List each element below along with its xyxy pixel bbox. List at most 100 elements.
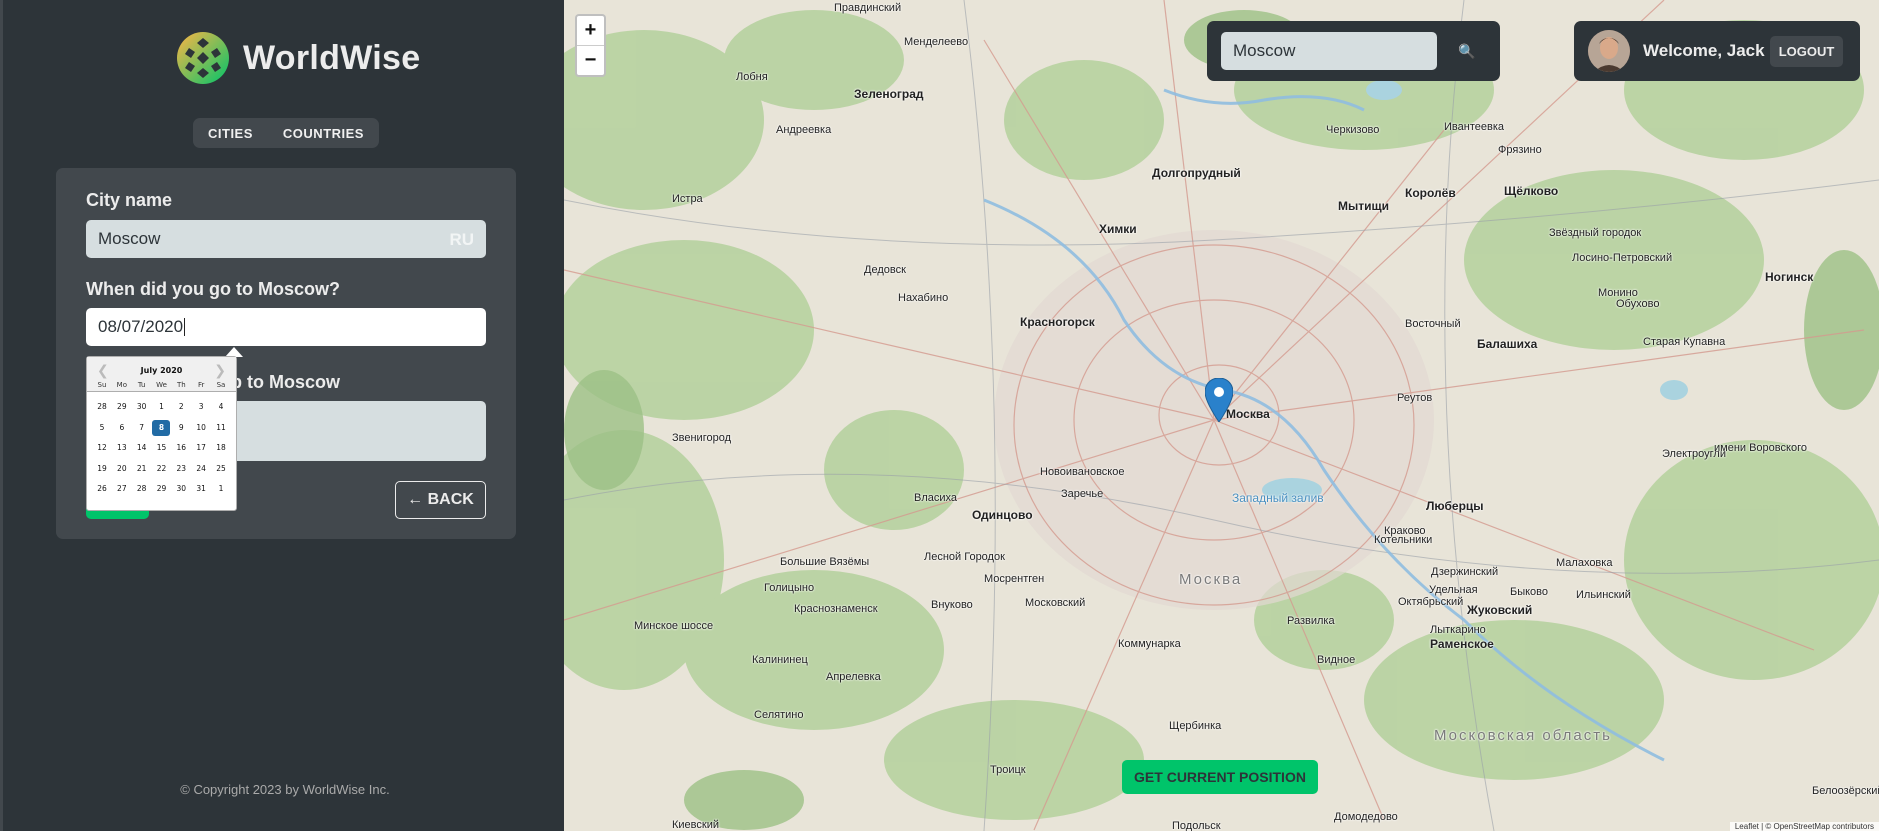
datepicker-day[interactable]: 30 <box>172 481 190 497</box>
city-name-value: Moscow <box>98 229 161 248</box>
datepicker-day[interactable]: 12 <box>93 440 111 456</box>
map-label: Звёздный городок <box>1549 227 1642 239</box>
country-flag: RU <box>449 230 474 249</box>
map-label: Истра <box>672 193 703 205</box>
datepicker-day[interactable]: 30 <box>133 399 151 415</box>
map-label: Развилка <box>1287 615 1335 627</box>
map-label: Зеленоград <box>854 87 924 101</box>
map-label: Краснознаменск <box>794 603 878 615</box>
datepicker-day[interactable]: 20 <box>113 461 131 477</box>
datepicker-day[interactable]: 4 <box>212 399 230 415</box>
date-input[interactable]: 08/07/2020 <box>86 308 486 346</box>
zoom-in-button[interactable]: + <box>577 16 604 46</box>
sidebar: WorldWise CITIES COUNTRIES City name Mos… <box>0 0 564 831</box>
map-label: Королёв <box>1405 186 1456 200</box>
tab-cities[interactable]: CITIES <box>208 126 253 141</box>
datepicker-day[interactable]: 2 <box>172 399 190 415</box>
day-name: Fr <box>197 381 205 389</box>
datepicker-day[interactable]: 29 <box>152 481 170 497</box>
map-label: Ивантеевка <box>1444 121 1504 133</box>
map-label: Менделеево <box>904 36 969 48</box>
datepicker-day[interactable]: 31 <box>192 481 210 497</box>
map-label: Удельная <box>1429 584 1478 596</box>
map-label: Киевский <box>672 819 719 831</box>
datepicker-day[interactable]: 26 <box>93 481 111 497</box>
datepicker-grid: 28 29 30 1 2 3 4 5 6 7 8 9 10 11 12 13 14 15 16 17 18 19 20 21 2… <box>93 397 230 500</box>
day-name: Mo <box>116 381 127 389</box>
zoom-control: + − <box>575 14 606 77</box>
day-name: Su <box>97 381 107 389</box>
search-icon[interactable]: 🔍 <box>1458 43 1475 60</box>
map-label: имени Воровского <box>1714 442 1807 454</box>
map-label: Московская область <box>1434 727 1612 744</box>
map-label: Троицк <box>990 764 1026 776</box>
map-label: Лесной Городок <box>924 551 1005 563</box>
day-name: We <box>156 381 167 389</box>
globe-logo-icon <box>177 32 229 84</box>
datepicker-day[interactable]: 6 <box>113 420 131 436</box>
datepicker-day[interactable]: 1 <box>212 481 230 497</box>
datepicker-day[interactable]: 15 <box>152 440 170 456</box>
map-label: Восточный <box>1405 318 1461 330</box>
map-label: Балашиха <box>1477 337 1538 351</box>
datepicker-day[interactable]: 28 <box>133 481 151 497</box>
datepicker-day[interactable]: 17 <box>192 440 210 456</box>
datepicker-day[interactable]: 14 <box>133 440 151 456</box>
datepicker-day[interactable]: 10 <box>192 420 210 436</box>
map-label: Черкизово <box>1326 124 1380 136</box>
day-name: Th <box>176 381 186 389</box>
datepicker-day[interactable]: 3 <box>192 399 210 415</box>
datepicker-day[interactable]: 8 <box>152 419 171 436</box>
map-label: Внуково <box>931 599 973 611</box>
zoom-out-button[interactable]: − <box>577 46 604 75</box>
map-label: Щербинка <box>1169 720 1222 732</box>
datepicker-day[interactable]: 9 <box>172 420 190 436</box>
datepicker-day[interactable]: 22 <box>152 461 170 477</box>
app-nav: CITIES COUNTRIES <box>193 118 379 148</box>
map-attribution[interactable]: Leaflet | © OpenStreetMap contributors <box>1729 822 1879 831</box>
datepicker-day[interactable]: 28 <box>93 399 111 415</box>
datepicker-week: 5 6 7 8 9 10 11 <box>93 418 230 439</box>
logout-button[interactable]: LOGOUT <box>1770 36 1843 67</box>
search-panel: Moscow 🔍 <box>1207 21 1500 81</box>
map-label: Дзержинский <box>1431 566 1499 578</box>
datepicker: ❮ ❯ July 2020 Su Mo Tu We Th Fr Sa 28 29 30 1 2 3 4 5… <box>86 356 237 511</box>
map-label: Химки <box>1099 222 1137 236</box>
map-label: Селятино <box>754 709 804 721</box>
copyright: © Copyright 2023 by WorldWise Inc. <box>180 782 390 797</box>
day-name: Tu <box>137 381 146 389</box>
datepicker-day[interactable]: 13 <box>113 440 131 456</box>
map-label: Власиха <box>914 492 958 504</box>
datepicker-week: 26 27 28 29 30 31 1 <box>93 479 230 500</box>
map-label: Краково <box>1384 525 1426 537</box>
datepicker-day[interactable]: 23 <box>172 461 190 477</box>
datepicker-day[interactable]: 19 <box>93 461 111 477</box>
datepicker-day[interactable]: 18 <box>212 440 230 456</box>
get-current-position-button[interactable]: GET CURRENT POSITION <box>1122 760 1318 794</box>
datepicker-day[interactable]: 7 <box>133 420 151 436</box>
map-label: Большие Вязёмы <box>780 556 870 568</box>
user-avatar-icon <box>1588 30 1630 72</box>
app-logo[interactable]: WorldWise <box>175 30 420 86</box>
location-marker-icon[interactable] <box>1205 378 1233 422</box>
tab-countries[interactable]: COUNTRIES <box>283 126 364 141</box>
datepicker-day[interactable]: 1 <box>152 399 170 415</box>
datepicker-day[interactable]: 11 <box>212 420 230 436</box>
datepicker-day[interactable]: 24 <box>192 461 210 477</box>
back-button[interactable]: ← BACK <box>395 481 486 519</box>
map[interactable]: Зеленоград Андреевка Истра Химки Долгопрудны… <box>564 0 1879 831</box>
datepicker-day[interactable]: 16 <box>172 440 190 456</box>
datepicker-day[interactable]: 27 <box>113 481 131 497</box>
search-input[interactable]: Moscow <box>1221 32 1437 70</box>
map-label: Старая Купавна <box>1643 336 1726 348</box>
datepicker-day[interactable]: 25 <box>212 461 230 477</box>
datepicker-day[interactable]: 29 <box>113 399 131 415</box>
avatar <box>1588 30 1630 72</box>
city-name-input[interactable]: Moscow RU <box>86 220 486 258</box>
datepicker-day[interactable]: 21 <box>133 461 151 477</box>
map-label: Раменское <box>1430 637 1494 651</box>
map-label: Московский <box>1025 597 1086 609</box>
map-label: Новоивановское <box>1040 466 1125 478</box>
datepicker-day[interactable]: 5 <box>93 420 111 436</box>
map-label: Москва <box>1179 571 1243 588</box>
